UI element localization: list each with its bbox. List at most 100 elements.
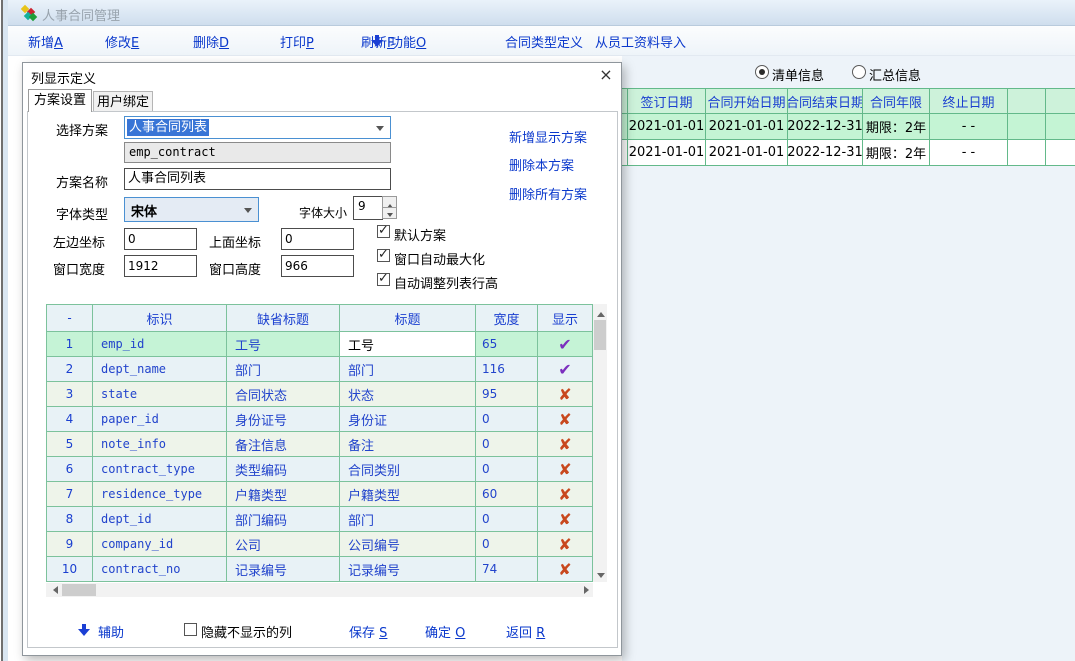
tab-plan-settings[interactable]: 方案设置: [28, 89, 92, 112]
visible-cross-icon[interactable]: ✘: [538, 557, 593, 582]
toolbar-print-button[interactable]: 打印P: [280, 32, 314, 51]
columns-table: - 标识 缺省标题 标题 宽度 显示 1 emp_id 工号 工号 65 ✔ 2…: [46, 304, 593, 582]
default-plan-label: 默认方案: [394, 225, 446, 244]
visible-check-icon[interactable]: ✔: [538, 332, 593, 357]
window-height-input[interactable]: 966: [281, 255, 354, 277]
col-terminate-date[interactable]: 终止日期: [930, 88, 1008, 114]
table-row[interactable]: 2 dept_name 部门 部门 116 ✔: [47, 357, 593, 382]
auto-maximize-checkbox[interactable]: [377, 249, 390, 262]
table-row[interactable]: 6 contract_type 类型编码 合同类别 0 ✘: [47, 457, 593, 482]
col-visible[interactable]: 显示: [538, 305, 593, 332]
auto-row-height-checkbox[interactable]: [377, 273, 390, 286]
col-default-title[interactable]: 缺省标题: [227, 305, 340, 332]
down-arrow-icon: [78, 624, 90, 637]
toolbar-delete-button[interactable]: 删除D: [193, 32, 229, 51]
delete-this-plan-link[interactable]: 删除本方案: [509, 155, 574, 174]
table-row[interactable]: 4 paper_id 身份证号 身份证 0 ✘: [47, 407, 593, 432]
col-title[interactable]: 标题: [340, 305, 476, 332]
toolbar-functions-button[interactable]: 功能O: [390, 32, 426, 51]
window-width-label: 窗口宽度: [53, 259, 105, 278]
horizontal-scrollbar[interactable]: [46, 583, 593, 597]
col-field[interactable]: 标识: [93, 305, 227, 332]
table-row[interactable]: 1 emp_id 工号 工号 65 ✔: [47, 332, 593, 357]
table-row[interactable]: 5 note_info 备注信息 备注 0 ✘: [47, 432, 593, 457]
visible-cross-icon[interactable]: ✘: [538, 532, 593, 557]
vertical-scroll-thumb[interactable]: [594, 320, 606, 350]
auto-maximize-label: 窗口自动最大化: [394, 249, 485, 268]
col-end-date[interactable]: 合同结束日期: [788, 88, 863, 114]
table-row[interactable]: 2021-01-01 2021-01-01 2022-12-31 期限：2年 -…: [622, 140, 1075, 166]
scroll-down-button[interactable]: [593, 568, 607, 582]
window-left-border: [0, 0, 8, 661]
visible-cross-icon[interactable]: ✘: [538, 482, 593, 507]
scroll-left-button[interactable]: [46, 583, 60, 597]
chevron-down-icon: [244, 208, 252, 217]
summary-info-radio-label[interactable]: 汇总信息: [869, 65, 921, 84]
window-height-label: 窗口高度: [209, 259, 261, 278]
font-size-stepper: [382, 196, 397, 219]
visible-cross-icon[interactable]: ✘: [538, 507, 593, 532]
table-row[interactable]: 9 company_id 公司 公司编号 0 ✘: [47, 532, 593, 557]
summary-info-radio[interactable]: [852, 65, 866, 79]
table-row[interactable]: 2021-01-01 2021-01-01 2022-12-31 期限：2年 -…: [622, 114, 1075, 140]
table-row[interactable]: 10 contract_no 记录编号 记录编号 74 ✘: [47, 557, 593, 582]
window-width-input[interactable]: 1912: [124, 255, 197, 277]
close-icon[interactable]: ×: [595, 65, 617, 85]
contracts-table-header: 签订日期 合同开始日期 合同结束日期 合同年限 终止日期: [622, 88, 1075, 114]
visible-cross-icon[interactable]: ✘: [538, 457, 593, 482]
plan-name-label: 方案名称: [56, 172, 108, 191]
col-width[interactable]: 宽度: [476, 305, 538, 332]
font-type-value: 宋体: [131, 201, 157, 220]
save-button[interactable]: 保存 S: [349, 622, 387, 641]
col-contract-years[interactable]: 合同年限: [863, 88, 930, 114]
tab-user-binding[interactable]: 用户绑定: [93, 91, 153, 112]
back-button[interactable]: 返回 R: [506, 622, 545, 641]
toolbar-contract-type-button[interactable]: 合同类型定义: [505, 32, 583, 51]
list-info-radio-label[interactable]: 清单信息: [772, 65, 824, 84]
titlebar: 人事合同管理: [8, 0, 1075, 26]
left-coord-input[interactable]: 0: [124, 228, 197, 250]
hide-hidden-columns-label: 隐藏不显示的列: [201, 622, 292, 641]
font-type-combobox[interactable]: 宋体: [124, 197, 259, 222]
table-id-field: emp_contract: [124, 142, 391, 163]
column-display-dialog: 列显示定义 × 方案设置 用户绑定 选择方案 人事合同列表 emp_contra…: [22, 62, 622, 656]
horizontal-scroll-thumb[interactable]: [62, 584, 96, 596]
col-sign-date[interactable]: 签订日期: [628, 88, 706, 114]
select-plan-combobox[interactable]: 人事合同列表: [124, 116, 391, 139]
add-display-plan-link[interactable]: 新增显示方案: [509, 127, 587, 146]
vertical-scrollbar[interactable]: [593, 304, 607, 582]
spin-down-button[interactable]: [382, 207, 397, 219]
table-row[interactable]: 8 dept_id 部门编码 部门 0 ✘: [47, 507, 593, 532]
font-type-label: 字体类型: [56, 204, 108, 223]
toolbar-import-button[interactable]: 从员工资料导入: [595, 32, 686, 51]
visible-cross-icon[interactable]: ✘: [538, 407, 593, 432]
top-coord-label: 上面坐标: [209, 232, 261, 251]
font-size-label: 字体大小: [299, 204, 347, 221]
toolbar-edit-button[interactable]: 修改E: [105, 32, 139, 51]
down-arrow-icon: [371, 35, 383, 48]
title-edit-cell[interactable]: 工号: [340, 332, 476, 357]
delete-all-plans-link[interactable]: 删除所有方案: [509, 184, 587, 203]
scroll-up-button[interactable]: [593, 304, 607, 318]
plan-name-input[interactable]: 人事合同列表: [124, 168, 391, 190]
select-plan-value: 人事合同列表: [127, 119, 209, 136]
visible-check-icon[interactable]: ✔: [538, 357, 593, 382]
col-start-date[interactable]: 合同开始日期: [706, 88, 788, 114]
app-icon: [21, 5, 37, 21]
hide-hidden-columns-checkbox[interactable]: [184, 623, 197, 636]
left-coord-label: 左边坐标: [53, 232, 105, 251]
visible-cross-icon[interactable]: ✘: [538, 382, 593, 407]
visible-cross-icon[interactable]: ✘: [538, 432, 593, 457]
dialog-title: 列显示定义: [31, 68, 96, 87]
ok-button[interactable]: 确定 O: [425, 622, 465, 641]
toolbar-add-button[interactable]: 新增A: [28, 32, 63, 51]
scroll-right-button[interactable]: [579, 583, 593, 597]
list-info-radio[interactable]: [755, 65, 769, 79]
aux-button[interactable]: 辅助: [98, 622, 124, 641]
table-row[interactable]: 3 state 合同状态 状态 95 ✘: [47, 382, 593, 407]
top-coord-input[interactable]: 0: [281, 228, 354, 250]
font-size-input[interactable]: 9: [353, 196, 383, 220]
toolbar: 新增A 修改E 删除D 打印P 刷新F 功能O 合同类型定义 从员工资料导入: [8, 26, 1075, 56]
table-row[interactable]: 7 residence_type 户籍类型 户籍类型 60 ✘: [47, 482, 593, 507]
default-plan-checkbox[interactable]: [377, 225, 390, 238]
